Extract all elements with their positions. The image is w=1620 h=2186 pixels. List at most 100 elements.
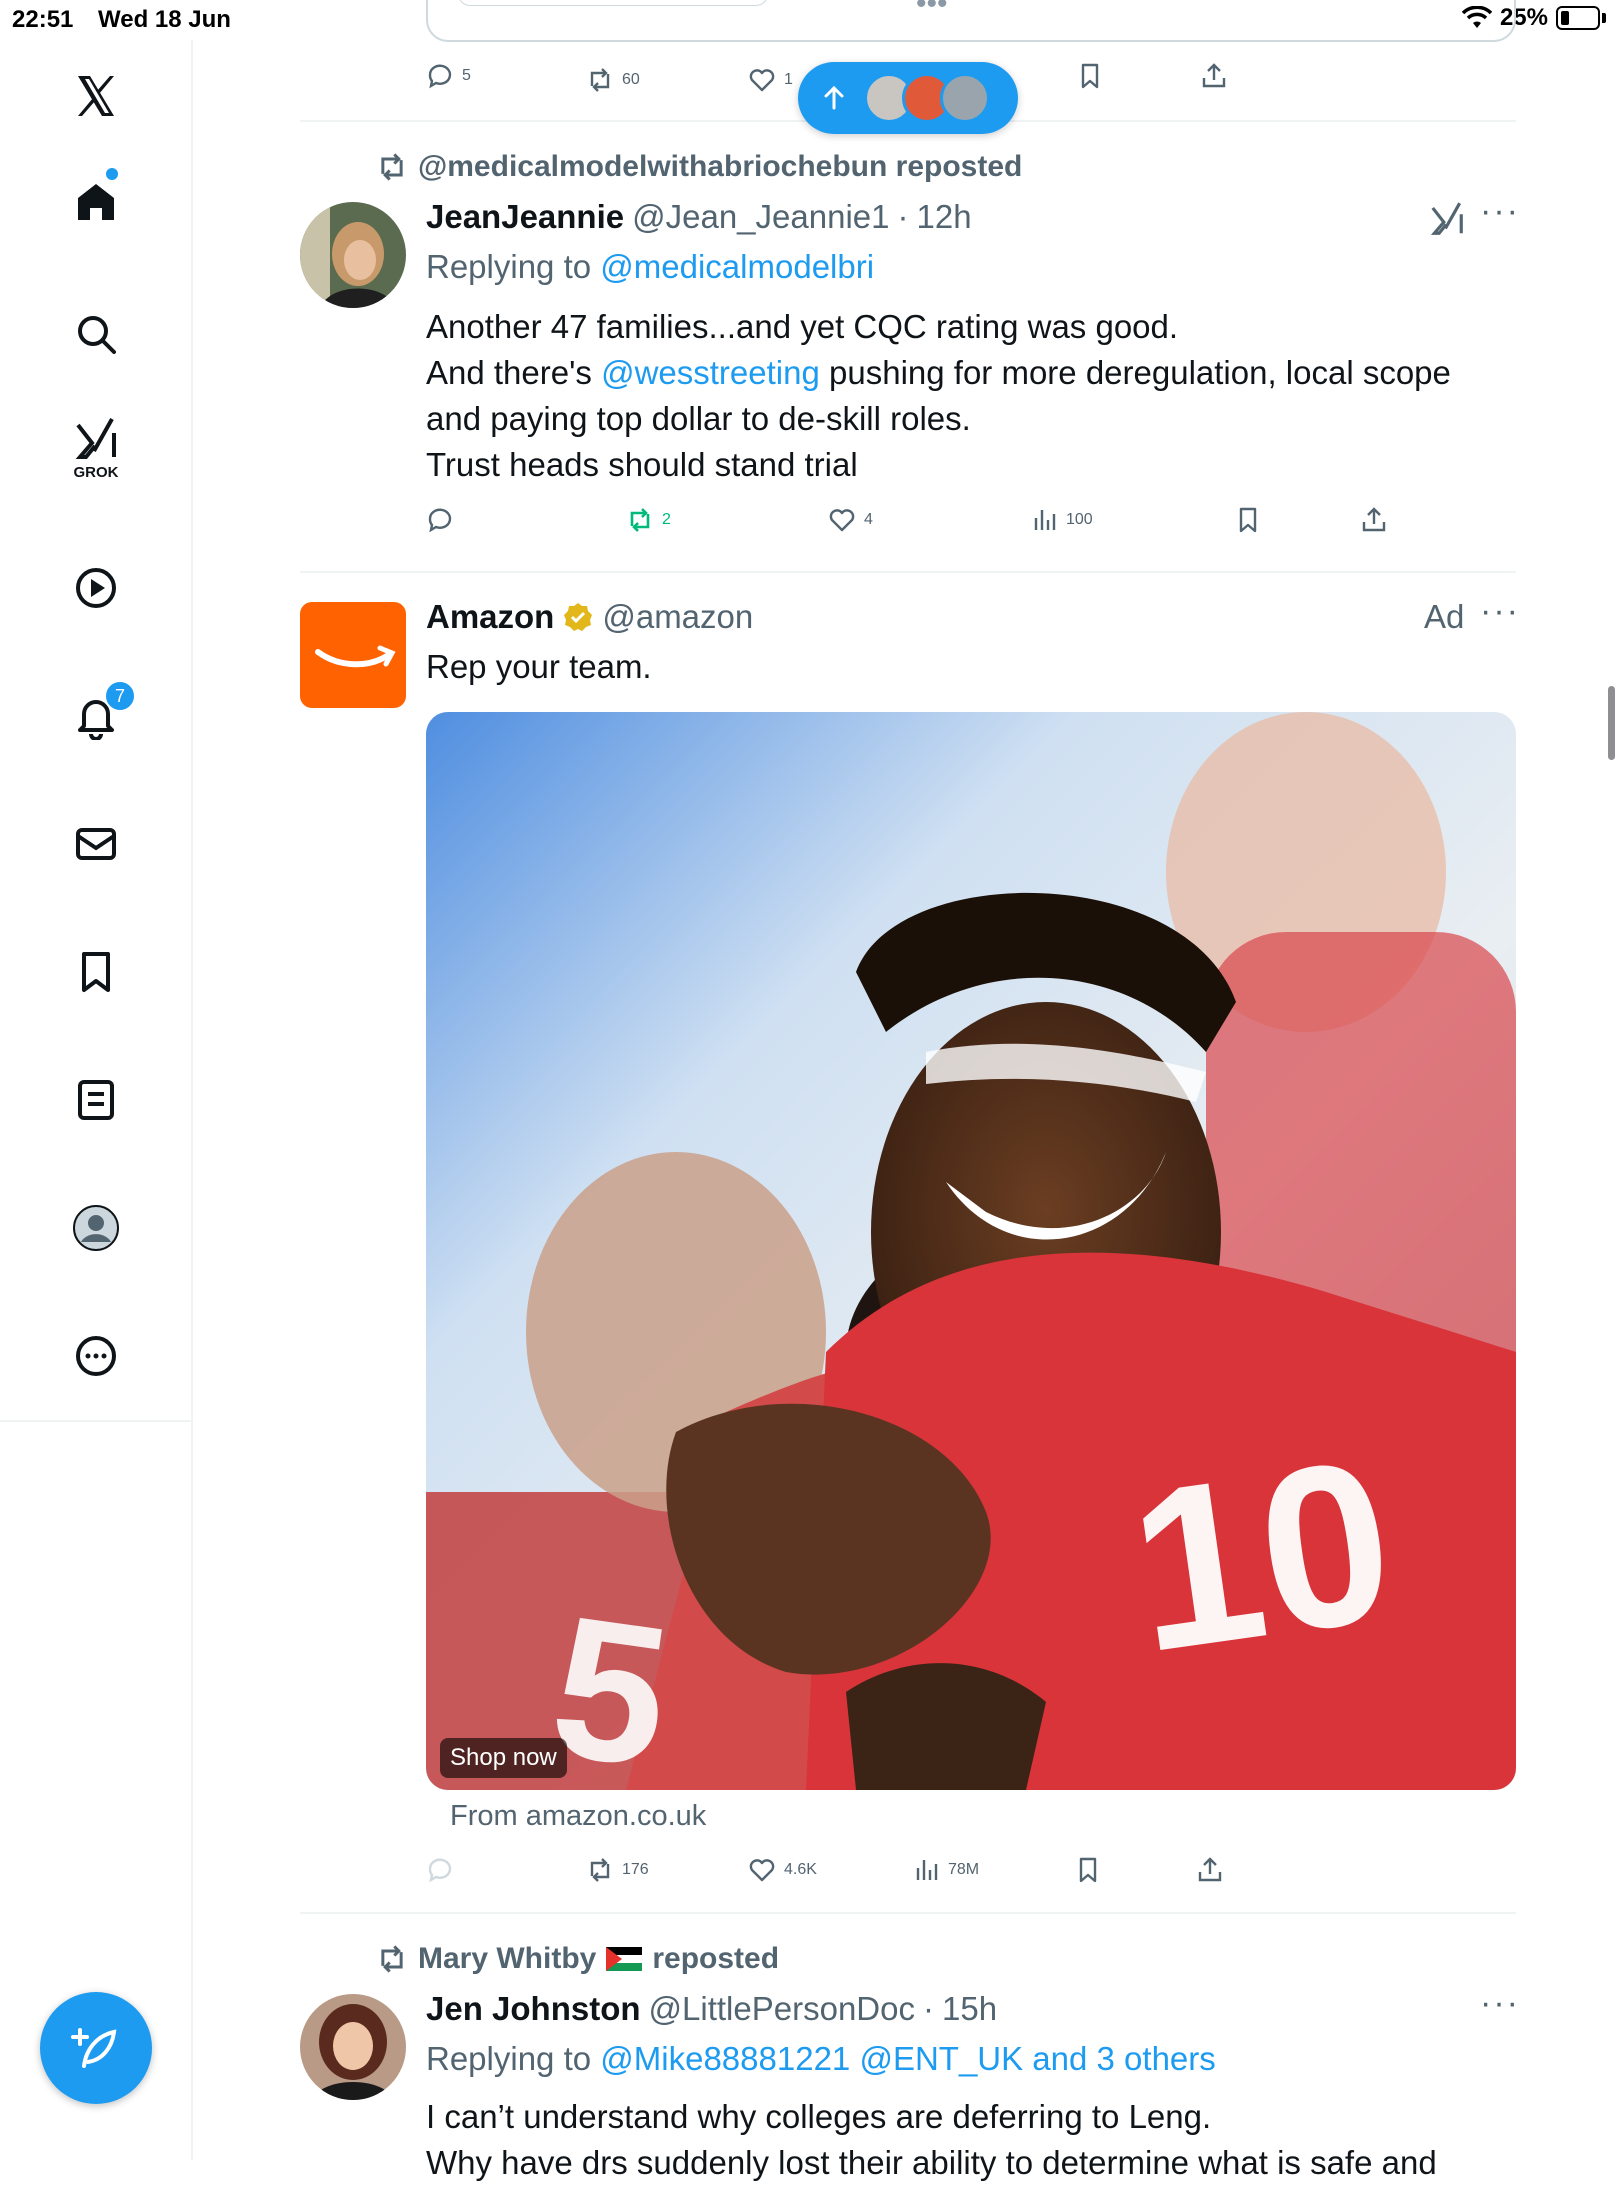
more-circle-icon	[76, 1336, 116, 1376]
sidebar-item-grok[interactable]: GROK	[60, 412, 132, 484]
replying-to-link[interactable]: @medicalmodelbri	[600, 248, 874, 285]
post-time[interactable]: 12h	[917, 198, 972, 236]
replying-to: Replying to @medicalmodelbri	[426, 248, 874, 286]
reply-button[interactable]	[426, 1856, 454, 1884]
jersey-number: 10	[1117, 1410, 1406, 1700]
post-divider	[300, 1912, 1516, 1914]
pill-avatar	[940, 73, 990, 123]
replying-to-link[interactable]: @Mike88881221 @ENT_UK and 3 others	[600, 2040, 1216, 2077]
grok-icon[interactable]	[1428, 200, 1466, 238]
share-icon	[1202, 63, 1226, 88]
share-button[interactable]	[1360, 506, 1388, 534]
quoted-card-edge: •••	[426, 0, 1516, 42]
sidebar-item-more[interactable]	[60, 1320, 132, 1392]
views-button[interactable]: 78M	[912, 1856, 979, 1884]
reply-button[interactable]: 5	[426, 62, 471, 90]
replying-prefix: Replying to	[426, 2040, 592, 2077]
sidebar-item-notifications[interactable]: 7	[60, 680, 136, 752]
sidebar-item-explore[interactable]	[60, 298, 132, 370]
post-text: Rep your team.	[426, 648, 652, 685]
mention-link[interactable]: @wesstreeting	[601, 354, 820, 391]
repost-button[interactable]: 2	[626, 506, 671, 534]
like-count: 4.6K	[784, 1861, 817, 1878]
sidebar-item-profile[interactable]	[60, 1192, 132, 1264]
new-posts-pill[interactable]	[798, 62, 1018, 134]
ad-source[interactable]: From amazon.co.uk	[450, 1800, 706, 1833]
repost-count: 2	[662, 511, 671, 528]
play-icon	[76, 568, 116, 608]
mail-icon	[76, 828, 116, 860]
author-name[interactable]: JeanJeannie	[426, 198, 624, 236]
avatar[interactable]	[300, 202, 406, 308]
replying-to: Replying to @Mike88881221 @ENT_UK and 3 …	[426, 2040, 1216, 2078]
battery-icon	[1556, 6, 1600, 30]
views-count: 78M	[948, 1861, 980, 1878]
sidebar-item-lists[interactable]	[60, 1064, 132, 1136]
share-button[interactable]	[1200, 62, 1228, 90]
views-button[interactable]: 100	[1030, 506, 1093, 534]
author-name[interactable]: Amazon	[426, 598, 554, 636]
post-text-line: Trust heads should stand trial	[426, 446, 858, 483]
sidebar-item-home[interactable]	[60, 166, 132, 238]
post-header: Amazon @amazon	[426, 598, 753, 636]
bookmark-icon	[1081, 63, 1099, 89]
more-options-icon[interactable]: ···	[1480, 592, 1520, 631]
post-text: I can’t understand why colleges are defe…	[426, 2094, 1506, 2186]
feather-plus-icon	[71, 2028, 117, 2068]
x-logo-icon[interactable]	[60, 60, 132, 132]
scrollbar[interactable]	[1608, 686, 1615, 760]
repost-icon	[590, 68, 610, 92]
home-icon	[78, 184, 114, 220]
author-handle[interactable]: @amazon	[602, 598, 753, 636]
like-button[interactable]: 1	[748, 66, 793, 94]
more-options-icon[interactable]: ···	[1480, 192, 1520, 231]
fans-photo: 10 5	[426, 712, 1516, 1790]
shop-now-button[interactable]: Shop now	[440, 1738, 567, 1778]
sidebar-item-bookmarks[interactable]	[60, 936, 132, 1008]
post-header: JeanJeannie @Jean_Jeannie1 · 12h	[426, 198, 972, 236]
battery-tip	[1602, 13, 1606, 23]
sidebar-item-video[interactable]	[60, 552, 132, 624]
repost-icon	[381, 1945, 403, 1973]
post-header: Jen Johnston @LittlePersonDoc · 15h	[426, 1990, 997, 2028]
more-options-icon[interactable]: ···	[1480, 1984, 1520, 2023]
bookmark-icon	[82, 952, 110, 992]
post-divider	[300, 571, 1516, 573]
author-name[interactable]: Jen Johnston	[426, 1990, 641, 2028]
author-handle[interactable]: @LittlePersonDoc	[649, 1990, 915, 2028]
bookmark-button[interactable]	[1076, 62, 1104, 90]
text-fragment: pushing for more deregulation, local sco…	[829, 354, 1451, 391]
author-handle[interactable]: @Jean_Jeannie1	[632, 198, 889, 236]
ad-image[interactable]: 10 5 Shop now	[426, 712, 1516, 1790]
post-text-line: And there's @wesstreeting pushing for mo…	[426, 350, 1506, 396]
bookmark-button[interactable]	[1234, 506, 1262, 534]
sidebar: GROK 7	[0, 40, 193, 2160]
repost-button[interactable]: 60	[586, 66, 640, 94]
dot-separator: ·	[922, 1990, 934, 2027]
reply-button[interactable]	[426, 506, 454, 534]
post-time[interactable]: 15h	[942, 1990, 997, 2028]
reply-icon	[428, 64, 452, 89]
bookmark-icon	[1079, 1857, 1097, 1883]
repost-button[interactable]: 176	[586, 1856, 649, 1884]
reposted-suffix: reposted	[652, 1942, 780, 1975]
compose-post-button[interactable]	[40, 1992, 152, 2104]
post-text-line: Why have drs suddenly lost their ability…	[426, 2144, 1437, 2181]
bookmark-button[interactable]	[1074, 1856, 1102, 1884]
list-icon	[78, 1080, 114, 1120]
like-button[interactable]: 4.6K	[748, 1856, 817, 1884]
like-count: 1	[784, 71, 793, 88]
views-icon	[1034, 510, 1056, 530]
sidebar-item-messages[interactable]	[60, 808, 132, 880]
avatar[interactable]	[300, 1994, 406, 2100]
share-icon	[1362, 507, 1386, 532]
heart-icon	[749, 69, 775, 92]
profile-avatar-icon	[73, 1205, 119, 1251]
like-button[interactable]: 4	[828, 506, 873, 534]
avatar[interactable]	[300, 602, 406, 708]
carousel-dots: •••	[916, 0, 948, 20]
share-button[interactable]	[1196, 1856, 1224, 1884]
share-icon	[1198, 1857, 1222, 1882]
ad-label: Ad	[1424, 598, 1465, 635]
status-time: 22:51	[12, 6, 74, 33]
